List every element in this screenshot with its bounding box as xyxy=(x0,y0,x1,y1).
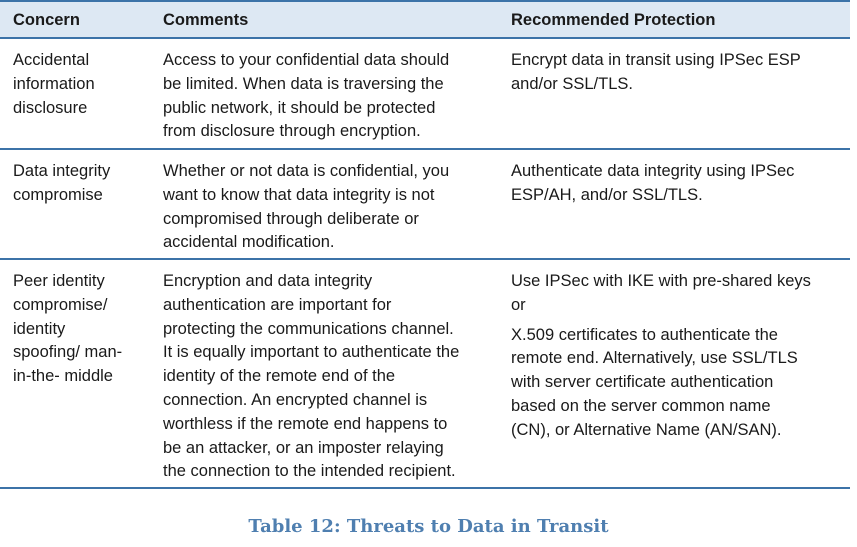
cell-line: identity xyxy=(13,319,66,338)
cell-line: Encryption and data integrity xyxy=(163,272,373,290)
cell-line: and/or SSL/TLS. xyxy=(511,74,633,93)
concern-cell: Peer identity compromise/ identity spoof… xyxy=(0,260,150,487)
table-header-row: Concern Comments Recommended Protection xyxy=(0,2,850,39)
comments-cell: Encryption and data integrity authentica… xyxy=(150,260,498,487)
cell-line: Peer identity xyxy=(13,272,105,290)
cell-line: Encrypt data in transit using IPSec ESP xyxy=(511,51,801,69)
cell-line: from disclosure through encryption. xyxy=(163,122,421,141)
cell-line: It is equally important to authenticate … xyxy=(163,343,460,362)
cell-line: the connection to the intended recipient… xyxy=(163,462,456,481)
concern-cell: Data integrity compromise xyxy=(0,150,150,258)
cell-line: identity of the remote end of the xyxy=(163,367,396,386)
protection-cell: Use IPSec with IKE with pre-shared keys … xyxy=(498,260,850,487)
cell-line: Authenticate data integrity using IPSec xyxy=(511,162,795,180)
cell-line: compromised through deliberate or xyxy=(163,209,419,228)
cell-line: worthless if the remote end happens to xyxy=(163,414,448,433)
cell-line: spoofing/ man- xyxy=(13,343,123,362)
cell-line: Access to your confidential data should xyxy=(163,51,450,69)
cell-line: Use IPSec with IKE with pre-shared keys xyxy=(511,272,811,290)
header-comments: Comments xyxy=(163,11,249,29)
cell-line: based on the server common name xyxy=(511,396,771,415)
threats-table: Concern Comments Recommended Protection … xyxy=(0,2,850,489)
cell-line: accidental modification. xyxy=(163,233,335,252)
cell-line: be limited. When data is traversing the xyxy=(163,74,444,93)
comments-cell: Whether or not data is confidential, you… xyxy=(150,150,498,258)
cell-line: Data integrity xyxy=(13,162,111,180)
cell-line: in-the- middle xyxy=(13,367,113,386)
cell-line: connection. An encrypted channel is xyxy=(163,390,428,409)
header-recommended-protection: Recommended Protection xyxy=(511,11,716,29)
table-caption: Table 12: Threats to Data in Transit xyxy=(248,516,609,537)
cell-line: with server certificate authentication xyxy=(511,373,774,392)
protection-cell: Encrypt data in transit using IPSec ESP … xyxy=(498,39,850,148)
protection-cell: Authenticate data integrity using IPSec … xyxy=(498,150,850,258)
cell-line: disclosure xyxy=(13,98,88,117)
cell-line: want to know that data integrity is not xyxy=(163,185,435,204)
cell-line: protecting the communications channel. xyxy=(163,319,454,338)
cell-line: (CN), or Alternative Name (AN/SAN). xyxy=(511,420,782,439)
comments-cell: Access to your confidential data should … xyxy=(150,39,498,148)
concern-cell: Accidental information disclosure xyxy=(0,39,150,148)
cell-line: be an attacker, or an imposter relaying xyxy=(163,438,444,457)
table-row: Data integrity compromise Whether or not… xyxy=(0,150,850,260)
cell-line: compromise xyxy=(13,185,103,204)
cell-line: public network, it should be protected xyxy=(163,98,436,117)
cell-line: compromise/ xyxy=(13,295,108,314)
table-row: Peer identity compromise/ identity spoof… xyxy=(0,260,850,489)
cell-line: or xyxy=(511,295,526,314)
cell-line: ESP/AH, and/or SSL/TLS. xyxy=(511,185,703,204)
cell-line: X.509 certificates to authenticate the xyxy=(511,325,778,344)
table-row: Accidental information disclosure Access… xyxy=(0,39,850,150)
cell-line: Accidental xyxy=(13,51,90,69)
cell-line: authentication are important for xyxy=(163,295,392,314)
cell-line: Whether or not data is confidential, you xyxy=(163,162,450,180)
cell-line: information xyxy=(13,74,95,93)
cell-line: remote end. Alternatively, use SSL/TLS xyxy=(511,349,798,368)
header-concern: Concern xyxy=(13,11,80,29)
